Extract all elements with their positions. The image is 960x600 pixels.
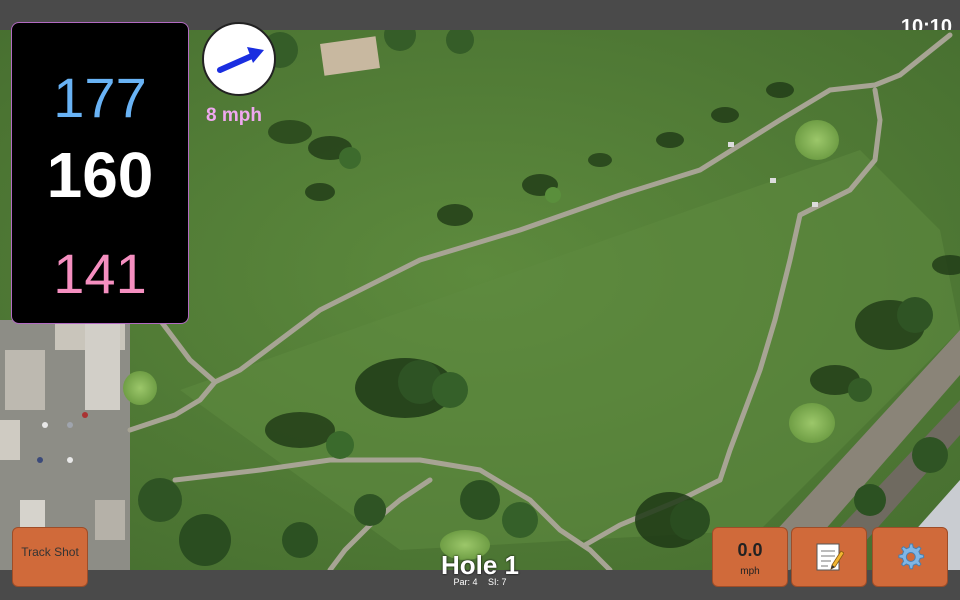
notepad-icon	[816, 543, 844, 571]
back-of-green-distance: 177	[53, 66, 147, 129]
wind-speed-label: 8 mph	[206, 105, 262, 126]
wind-speed-button[interactable]: 0.0 mph	[712, 527, 788, 587]
wind-direction-indicator	[202, 22, 276, 96]
stroke-index-label: SI: 7	[488, 577, 507, 587]
notes-button[interactable]	[791, 527, 867, 587]
wind-speed-unit: mph	[740, 566, 760, 577]
gear-icon	[898, 543, 925, 570]
golf-gps-screen: 10:10 177 160 141 8 mph Hole 1 Par: 4 SI…	[0, 0, 960, 600]
center-of-green-distance: 160	[46, 139, 154, 211]
settings-button[interactable]	[872, 527, 948, 587]
wind-speed-value: 0.0	[737, 540, 763, 560]
front-of-green-distance: 141	[53, 242, 147, 305]
distance-panel: 177 160 141	[11, 22, 189, 324]
arrow-up-right-icon	[217, 47, 264, 73]
track-shot-button[interactable]: Track Shot	[12, 527, 88, 587]
par-label: Par: 4	[453, 577, 478, 587]
hole-details: Par: 4 SI: 7	[380, 577, 580, 587]
